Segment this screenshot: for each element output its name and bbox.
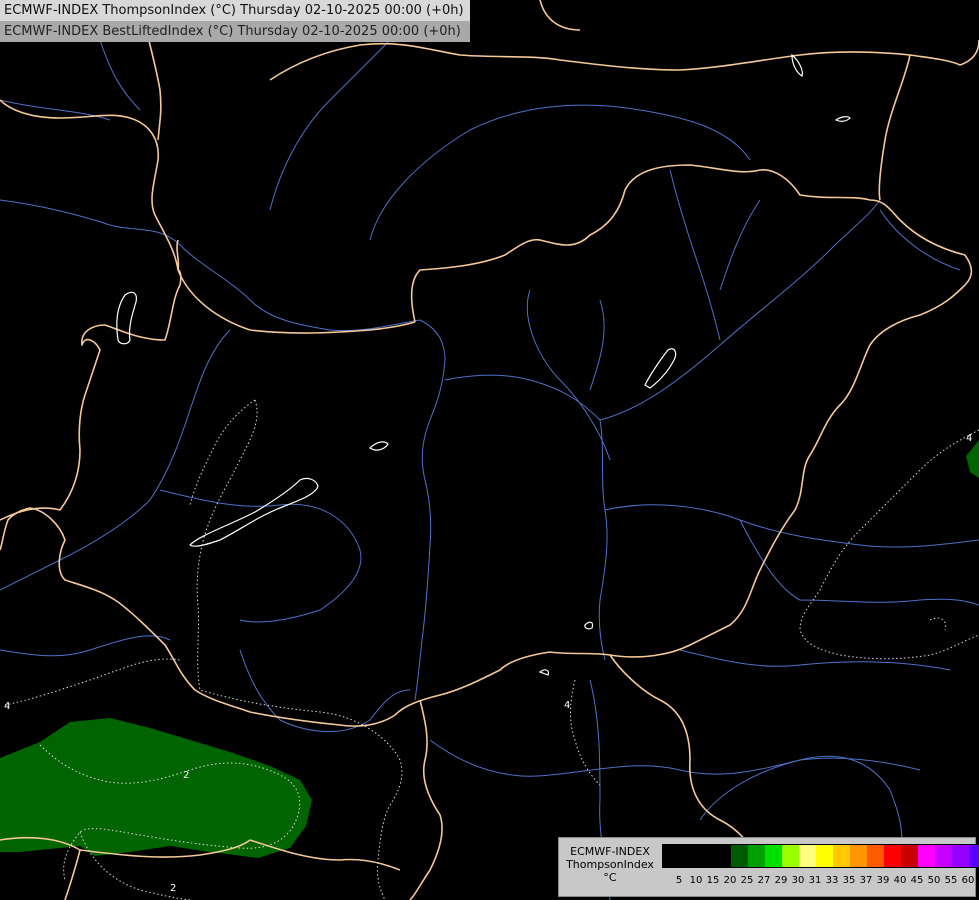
- legend-tick-label: 40: [893, 875, 907, 886]
- map-title-thompson: ECMWF-INDEX ThompsonIndex (°C) Thursday …: [0, 0, 470, 21]
- legend-swatch: [680, 845, 697, 867]
- legend-tick-label: 20: [723, 875, 737, 886]
- color-legend: ECMWF-INDEX ThompsonIndex °C 5 10 15 20 25 27…: [558, 837, 979, 897]
- contour-label-east: 4: [966, 433, 972, 444]
- legend-tick-label: 29: [774, 875, 788, 886]
- legend-swatch: [799, 845, 816, 867]
- legend-swatch: [850, 845, 867, 867]
- legend-tick-label: 35: [842, 875, 856, 886]
- legend-swatch: [884, 845, 901, 867]
- legend-tick-label: 15: [706, 875, 720, 886]
- legend-tick-label: 37: [859, 875, 873, 886]
- legend-tick-label: 27: [757, 875, 771, 886]
- map-title-bestlifted: ECMWF-INDEX BestLiftedIndex (°C) Thursda…: [0, 21, 470, 42]
- legend-title-line: ECMWF-INDEX: [570, 845, 650, 858]
- legend-tick-label: 50: [927, 875, 941, 886]
- legend-tick-label: 25: [740, 875, 754, 886]
- legend-swatch: [714, 845, 731, 867]
- legend-tick-label: 55: [944, 875, 958, 886]
- legend-tick-label: 39: [876, 875, 890, 886]
- legend-tick-label: 10: [689, 875, 703, 886]
- legend-swatches: [662, 844, 979, 868]
- legend-tick-label: 31: [808, 875, 822, 886]
- legend-tick-label: 30: [791, 875, 805, 886]
- legend-swatch: [935, 845, 952, 867]
- legend-swatch: [952, 845, 969, 867]
- contour-label-south: 2: [170, 883, 176, 894]
- legend-tick-label: 60: [961, 875, 975, 886]
- contour-label-west: 4: [4, 701, 10, 712]
- legend-swatch: [867, 845, 884, 867]
- legend-swatch: [731, 845, 748, 867]
- weather-map: 4 4 4 2 2: [0, 0, 979, 900]
- legend-title: ECMWF-INDEX ThompsonIndex °C: [561, 845, 659, 884]
- legend-swatch: [918, 845, 935, 867]
- legend-swatch: [663, 845, 680, 867]
- legend-swatch: [697, 845, 714, 867]
- legend-swatch: [765, 845, 782, 867]
- legend-swatch: [782, 845, 799, 867]
- legend-tick-label: 5: [675, 875, 683, 886]
- legend-swatch: [816, 845, 833, 867]
- legend-swatch: [901, 845, 918, 867]
- contour-label-central: 4: [564, 700, 570, 711]
- legend-swatch: [833, 845, 850, 867]
- legend-title-line: °C: [603, 871, 617, 884]
- legend-tick-label: 33: [825, 875, 839, 886]
- legend-swatch: [748, 845, 765, 867]
- contour-label-southwest: 2: [183, 770, 189, 781]
- legend-tick-label: 45: [910, 875, 924, 886]
- legend-swatch: [969, 845, 979, 867]
- legend-title-line: ThompsonIndex: [566, 858, 654, 871]
